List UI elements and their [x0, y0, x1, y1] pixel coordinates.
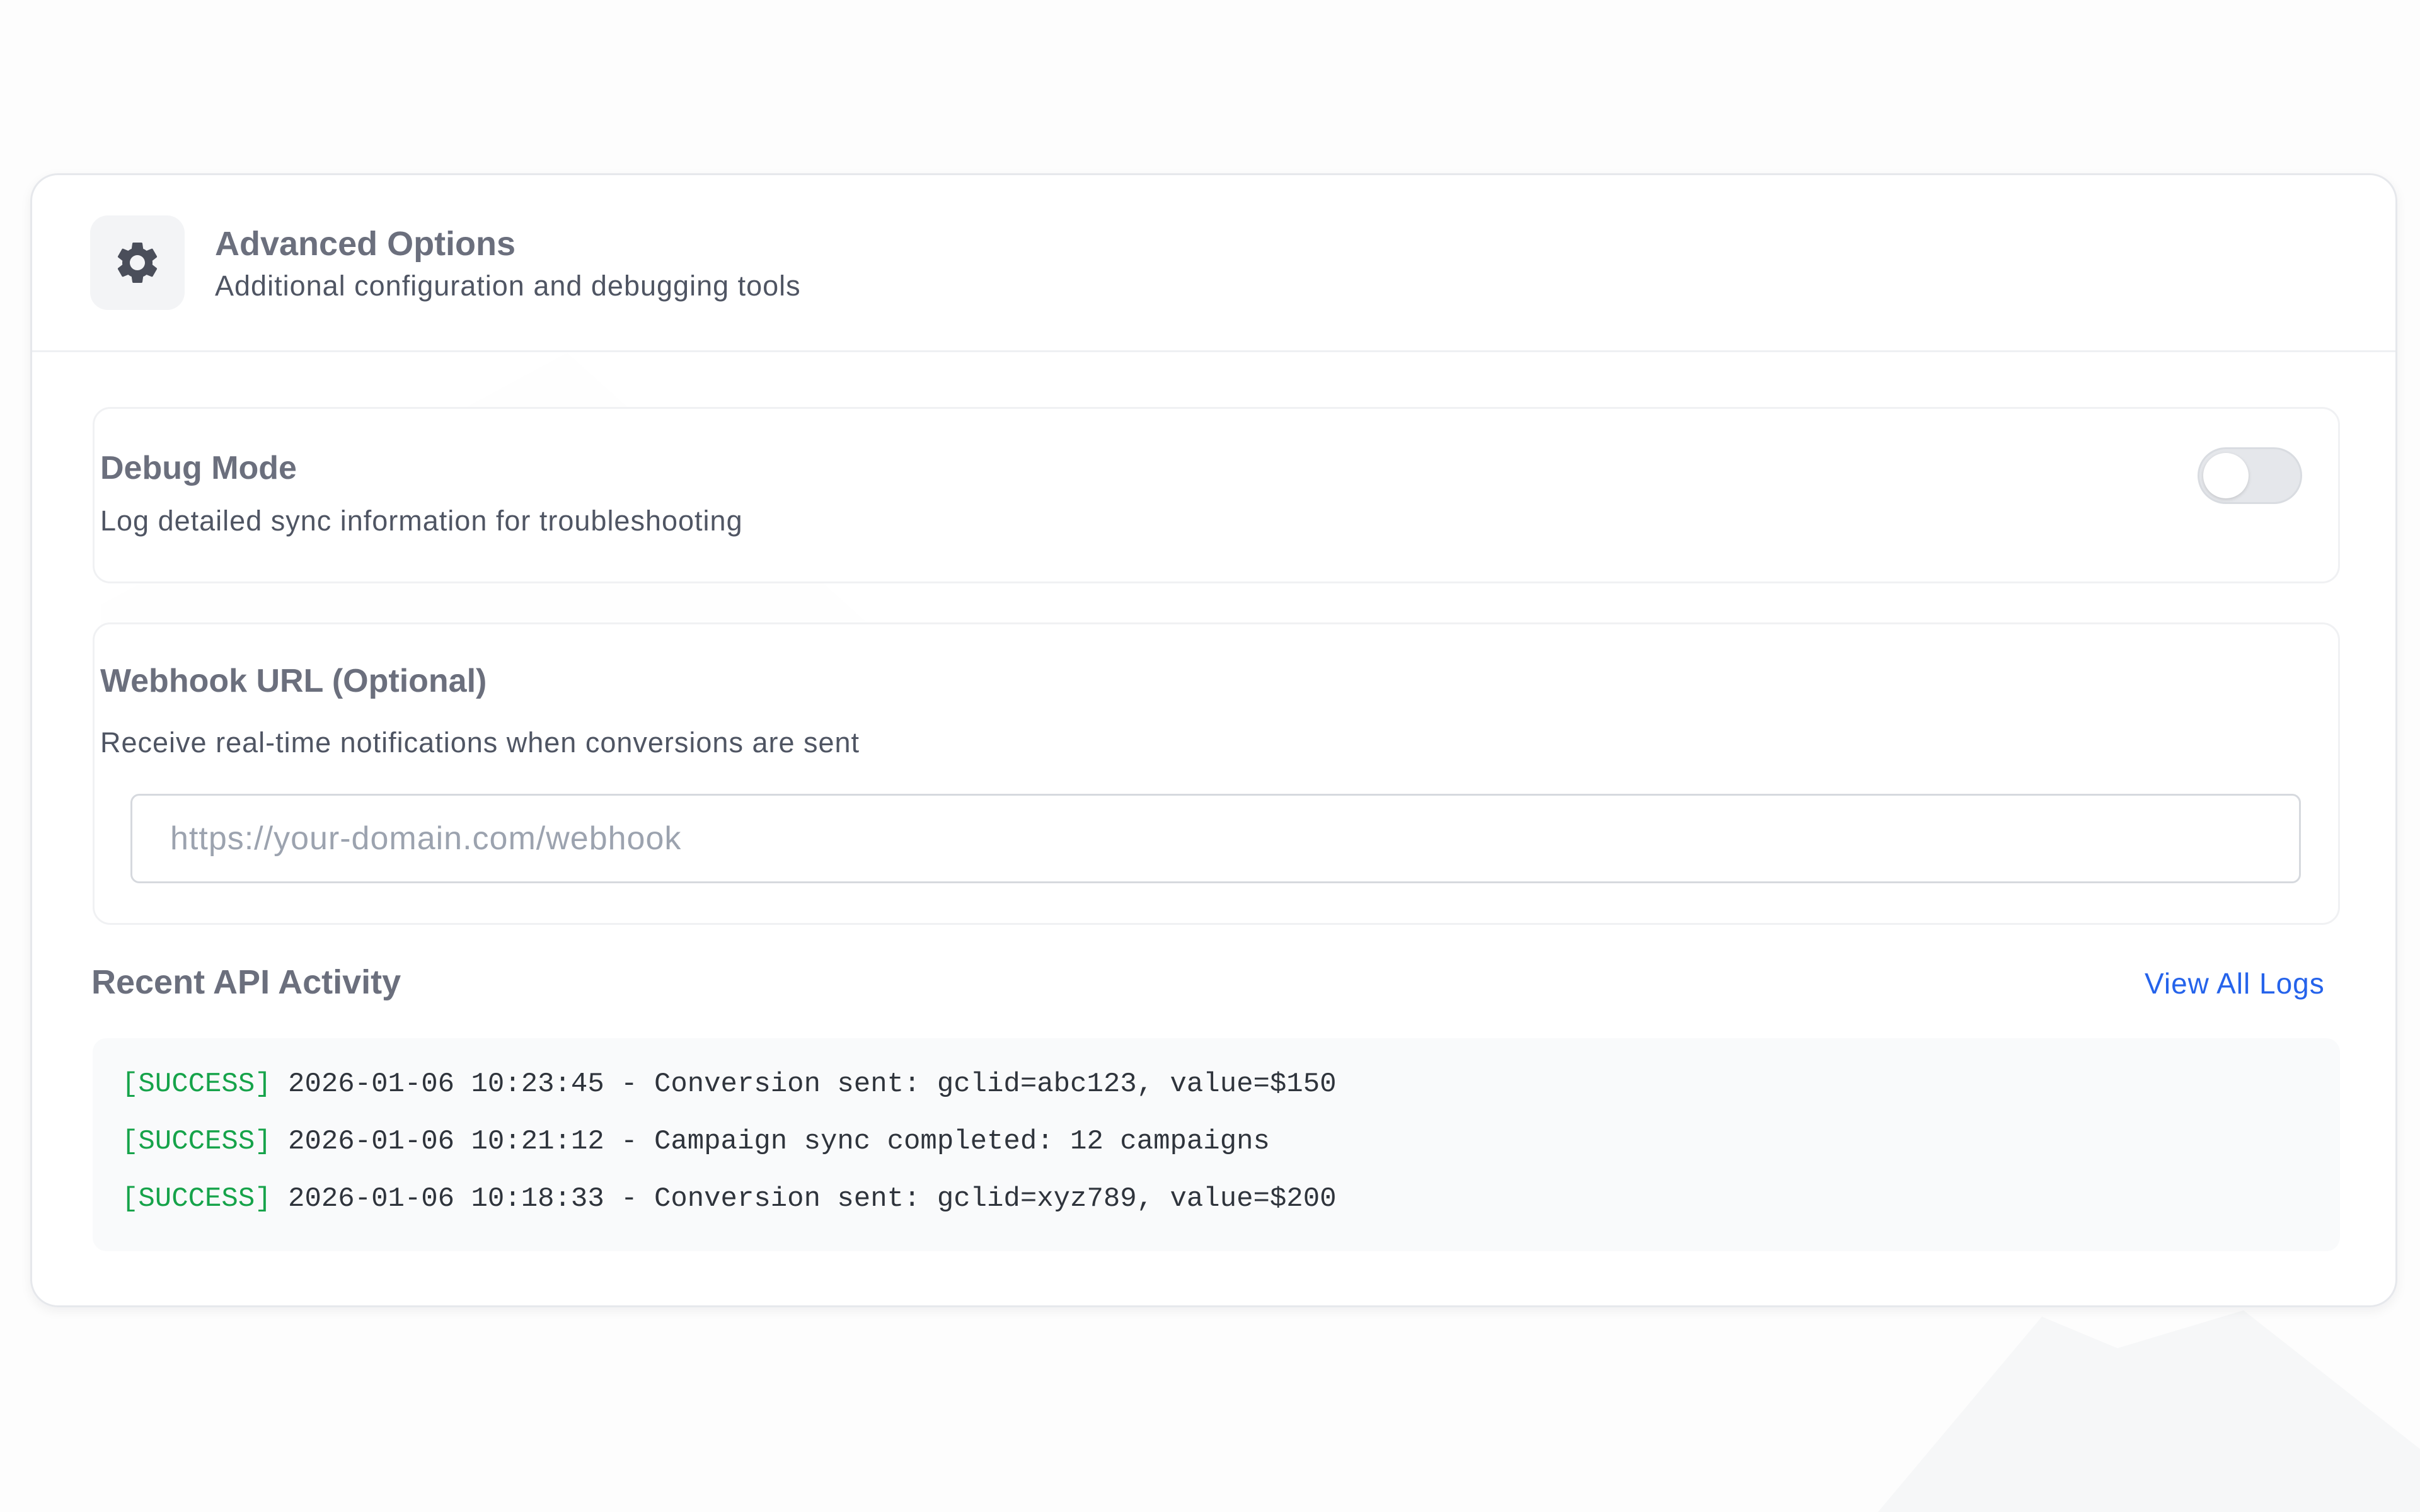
log-status: [SUCCESS] — [122, 1183, 272, 1215]
webhook-title: Webhook URL (Optional) — [100, 663, 487, 699]
header-icon-box — [90, 215, 185, 310]
gear-icon — [117, 243, 158, 283]
log-message: 2026-01-06 10:18:33 - Conversion sent: g… — [288, 1183, 1337, 1215]
debug-mode-toggle[interactable] — [2198, 447, 2302, 504]
advanced-options-card: Advanced Options Additional configuratio… — [30, 173, 2397, 1307]
log-entry: [SUCCESS] 2026-01-06 10:21:12 - Campaign… — [122, 1126, 1270, 1157]
log-entry: [SUCCESS] 2026-01-06 10:18:33 - Conversi… — [122, 1183, 1337, 1215]
log-message: 2026-01-06 10:21:12 - Campaign sync comp… — [288, 1126, 1270, 1157]
log-message: 2026-01-06 10:23:45 - Conversion sent: g… — [288, 1068, 1337, 1100]
section-title: Advanced Options — [215, 225, 516, 263]
card-header: Advanced Options Additional configuratio… — [32, 175, 2395, 352]
webhook-url-input[interactable] — [130, 794, 2301, 883]
log-status: [SUCCESS] — [122, 1068, 272, 1100]
debug-mode-title: Debug Mode — [100, 450, 297, 486]
log-entry: [SUCCESS] 2026-01-06 10:23:45 - Conversi… — [122, 1068, 1337, 1100]
log-status: [SUCCESS] — [122, 1126, 272, 1157]
view-all-logs-link[interactable]: View All Logs — [2145, 966, 2325, 1000]
debug-mode-panel — [93, 407, 2340, 583]
recent-activity-title: Recent API Activity — [91, 963, 401, 1001]
debug-mode-description: Log detailed sync information for troubl… — [100, 505, 743, 537]
webhook-description: Receive real-time notifications when con… — [100, 726, 860, 759]
toggle-knob — [2203, 453, 2249, 498]
section-subtitle: Additional configuration and debugging t… — [215, 270, 801, 302]
